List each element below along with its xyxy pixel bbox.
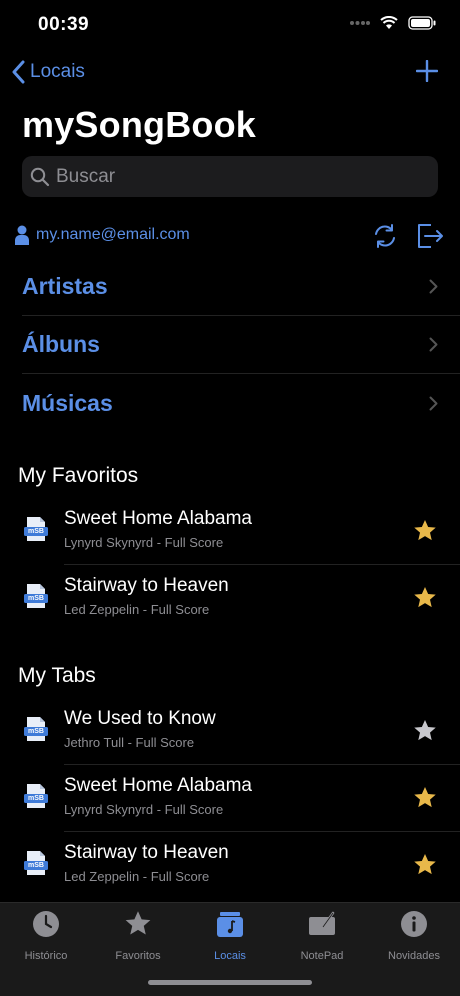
library-menu: Artistas Álbuns Músicas bbox=[22, 258, 460, 432]
sync-button[interactable] bbox=[372, 223, 398, 254]
search-input[interactable] bbox=[56, 165, 416, 188]
song-title: Stairway to Heaven bbox=[64, 575, 229, 596]
account-row: my.name@email.com bbox=[14, 222, 446, 252]
menu-item-label: Álbuns bbox=[22, 331, 100, 357]
tab-notepad[interactable]: NotePad bbox=[276, 909, 368, 962]
tab-label: NotePad bbox=[300, 950, 344, 962]
favorite-star-button[interactable] bbox=[412, 518, 438, 549]
nav-bar: Locais bbox=[0, 58, 460, 92]
favorite-star-button[interactable] bbox=[412, 785, 438, 816]
star-icon bbox=[412, 719, 438, 748]
score-file-icon: mSB bbox=[24, 516, 48, 547]
account-link[interactable]: my.name@email.com bbox=[14, 224, 190, 246]
wifi-icon bbox=[380, 16, 398, 29]
favorite-star-button[interactable] bbox=[412, 852, 438, 883]
menu-item-label: Músicas bbox=[22, 389, 113, 416]
battery-icon bbox=[408, 16, 436, 30]
section-header-tabs: My Tabs bbox=[18, 664, 96, 687]
song-subtitle: Led Zeppelin - Full Score bbox=[64, 869, 210, 884]
menu-item-songs[interactable]: Músicas bbox=[22, 374, 460, 432]
tab-label: Favoritos bbox=[115, 950, 161, 962]
back-button[interactable]: Locais bbox=[12, 60, 85, 84]
song-subtitle: Lynyrd Skynyrd - Full Score bbox=[64, 802, 224, 817]
chevron-right-icon bbox=[429, 337, 438, 352]
plus-icon bbox=[415, 59, 439, 83]
account-email: my.name@email.com bbox=[36, 226, 190, 243]
song-subtitle: Lynyrd Skynyrd - Full Score bbox=[64, 535, 224, 550]
logout-button[interactable] bbox=[416, 222, 444, 255]
favorites-list: mSB Sweet Home Alabama Lynyrd Skynyrd - Fu… bbox=[0, 498, 460, 632]
star-icon bbox=[412, 519, 438, 548]
tab-label: Novidades bbox=[388, 950, 440, 962]
menu-item-artists[interactable]: Artistas bbox=[22, 258, 460, 316]
menu-item-albums[interactable]: Álbuns bbox=[22, 316, 460, 374]
file-icon-label: mSB bbox=[28, 595, 44, 602]
chevron-right-icon bbox=[429, 396, 438, 410]
score-file-icon: mSB bbox=[24, 783, 48, 814]
song-row[interactable]: mSB Stairway to Heaven Led Zeppelin - Full… bbox=[0, 832, 460, 899]
score-file-icon: mSB bbox=[24, 850, 48, 881]
star-icon bbox=[122, 909, 154, 944]
file-icon-label: mSB bbox=[28, 862, 44, 869]
menu-item-label: Artistas bbox=[22, 273, 108, 299]
song-subtitle: Led Zeppelin - Full Score bbox=[64, 602, 210, 617]
tab-locais[interactable]: Locais bbox=[184, 909, 276, 962]
score-file-icon: mSB bbox=[24, 716, 48, 747]
song-title: We Used to Know bbox=[64, 708, 216, 729]
song-row[interactable]: mSB Sweet Home Alabama Lynyrd Skynyrd - Fu… bbox=[0, 765, 460, 832]
signal-icon bbox=[350, 21, 370, 25]
section-header-favorites: My Favoritos bbox=[18, 464, 139, 487]
person-icon bbox=[15, 225, 29, 245]
song-title: Sweet Home Alabama bbox=[64, 775, 252, 796]
home-indicator bbox=[148, 980, 312, 985]
star-icon bbox=[412, 586, 438, 615]
song-subtitle: Jethro Tull - Full Score bbox=[64, 735, 195, 750]
add-button[interactable] bbox=[415, 59, 439, 87]
status-time: 00:39 bbox=[38, 14, 90, 35]
search-bar[interactable] bbox=[22, 156, 438, 197]
star-icon bbox=[412, 853, 438, 882]
file-icon-label: mSB bbox=[28, 528, 44, 535]
chevron-right-icon bbox=[429, 279, 438, 294]
tab-label: Histórico bbox=[24, 950, 68, 962]
favorite-star-button[interactable] bbox=[412, 585, 438, 616]
tab-favoritos[interactable]: Favoritos bbox=[92, 909, 184, 962]
tab-novidades[interactable]: Novidades bbox=[368, 909, 460, 962]
star-icon bbox=[412, 786, 438, 815]
page-title: mySongBook bbox=[22, 104, 257, 145]
song-title: Sweet Home Alabama bbox=[64, 508, 252, 529]
song-title: Stairway to Heaven bbox=[64, 842, 229, 863]
song-row[interactable]: mSB Stairway to Heaven Led Zeppelin - Full… bbox=[0, 565, 460, 632]
info-icon bbox=[399, 909, 429, 944]
chevron-left-icon bbox=[12, 60, 25, 84]
search-icon bbox=[30, 167, 50, 186]
score-file-icon: mSB bbox=[24, 583, 48, 614]
back-label: Locais bbox=[30, 61, 85, 82]
sync-icon bbox=[375, 224, 395, 248]
tab-hist-rico[interactable]: Histórico bbox=[0, 909, 92, 962]
status-icons bbox=[350, 16, 436, 30]
logout-icon bbox=[418, 224, 443, 248]
tab-label: Locais bbox=[214, 950, 246, 962]
file-icon-label: mSB bbox=[28, 728, 44, 735]
folder-music-icon bbox=[215, 909, 245, 944]
tabs-list: mSB We Used to Know Jethro Tull - Full Sco… bbox=[0, 698, 460, 899]
notepad-icon bbox=[307, 909, 337, 944]
favorite-star-button[interactable] bbox=[412, 718, 438, 749]
clock-icon bbox=[31, 909, 61, 944]
song-row[interactable]: mSB Sweet Home Alabama Lynyrd Skynyrd - Fu… bbox=[0, 498, 460, 565]
status-bar: 00:39 bbox=[0, 0, 460, 50]
file-icon-label: mSB bbox=[28, 795, 44, 802]
song-row[interactable]: mSB We Used to Know Jethro Tull - Full Sco… bbox=[0, 698, 460, 765]
